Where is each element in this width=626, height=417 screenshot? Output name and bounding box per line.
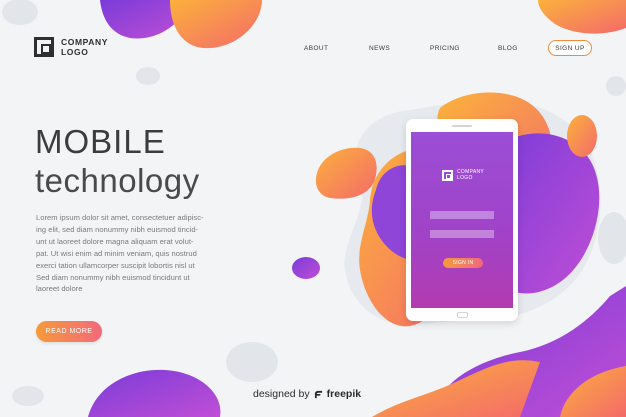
logo-mark-icon: [442, 169, 453, 181]
sign-up-button[interactable]: SIGN UP: [548, 40, 592, 56]
phone-speaker: [452, 125, 472, 127]
body-line: Lorem ipsum dolor sit amet, consectetuer…: [36, 213, 204, 222]
credit-prefix: designed by: [253, 388, 310, 400]
bottom-left-blob: [88, 369, 221, 417]
phone-logo-text: COMPANY LOGO: [457, 169, 484, 181]
logo-line-1: COMPANY: [61, 37, 109, 47]
orange-dot: [567, 115, 597, 157]
phone-sign-in-button[interactable]: SIGN IN: [443, 258, 483, 268]
phone-mockup: COMPANY LOGO SIGN IN: [406, 119, 518, 321]
decorative-background: [2, 0, 626, 417]
phone-logo: COMPANY LOGO: [442, 169, 484, 181]
purple-dot: [292, 257, 320, 279]
company-logo[interactable]: COMPANY LOGO: [34, 37, 108, 57]
phone-screen: COMPANY LOGO SIGN IN: [411, 132, 513, 308]
credit-line: designed by freepik: [253, 388, 361, 400]
hero-title: MOBILE: [35, 123, 166, 160]
phone-logo-line-2: LOGO: [457, 175, 473, 181]
top-right-blob: [538, 0, 626, 34]
body-line: laoreet dolore: [36, 284, 83, 294]
freepik-icon: [314, 390, 322, 398]
body-line: exerci tation ullamcorper suscipit lobor…: [36, 260, 195, 270]
logo-mark-icon: [34, 37, 54, 57]
hero-subtitle: technology: [35, 162, 200, 199]
logo-text: COMPANY LOGO: [61, 37, 108, 57]
phone-home-button: [457, 312, 468, 318]
top-left-blob: [100, 0, 262, 49]
body-line: Sed diam nonummy nibh euismod tincidunt …: [36, 272, 190, 282]
body-line: ing elit, sed diam nonummy nibh euismod …: [36, 224, 199, 234]
read-more-button[interactable]: READ MORE: [36, 321, 102, 342]
nav-pricing[interactable]: PRICING: [430, 45, 460, 52]
hero-body-text: Lorem ipsum dolor sit amet, consectetuer…: [36, 212, 236, 295]
phone-password-field[interactable]: [430, 230, 494, 238]
nav-news[interactable]: NEWS: [369, 45, 390, 52]
phone-username-field[interactable]: [430, 211, 494, 219]
nav-about[interactable]: ABOUT: [304, 45, 328, 52]
logo-line-2: LOGO: [61, 47, 89, 57]
credit-brand: freepik: [326, 388, 362, 400]
body-line: pat. Ut wisi enim ad minim veniam, quis …: [36, 248, 197, 258]
body-line: unt ut laoreet dolore magna aliquam erat…: [36, 236, 194, 246]
nav-blog[interactable]: BLOG: [498, 45, 518, 52]
